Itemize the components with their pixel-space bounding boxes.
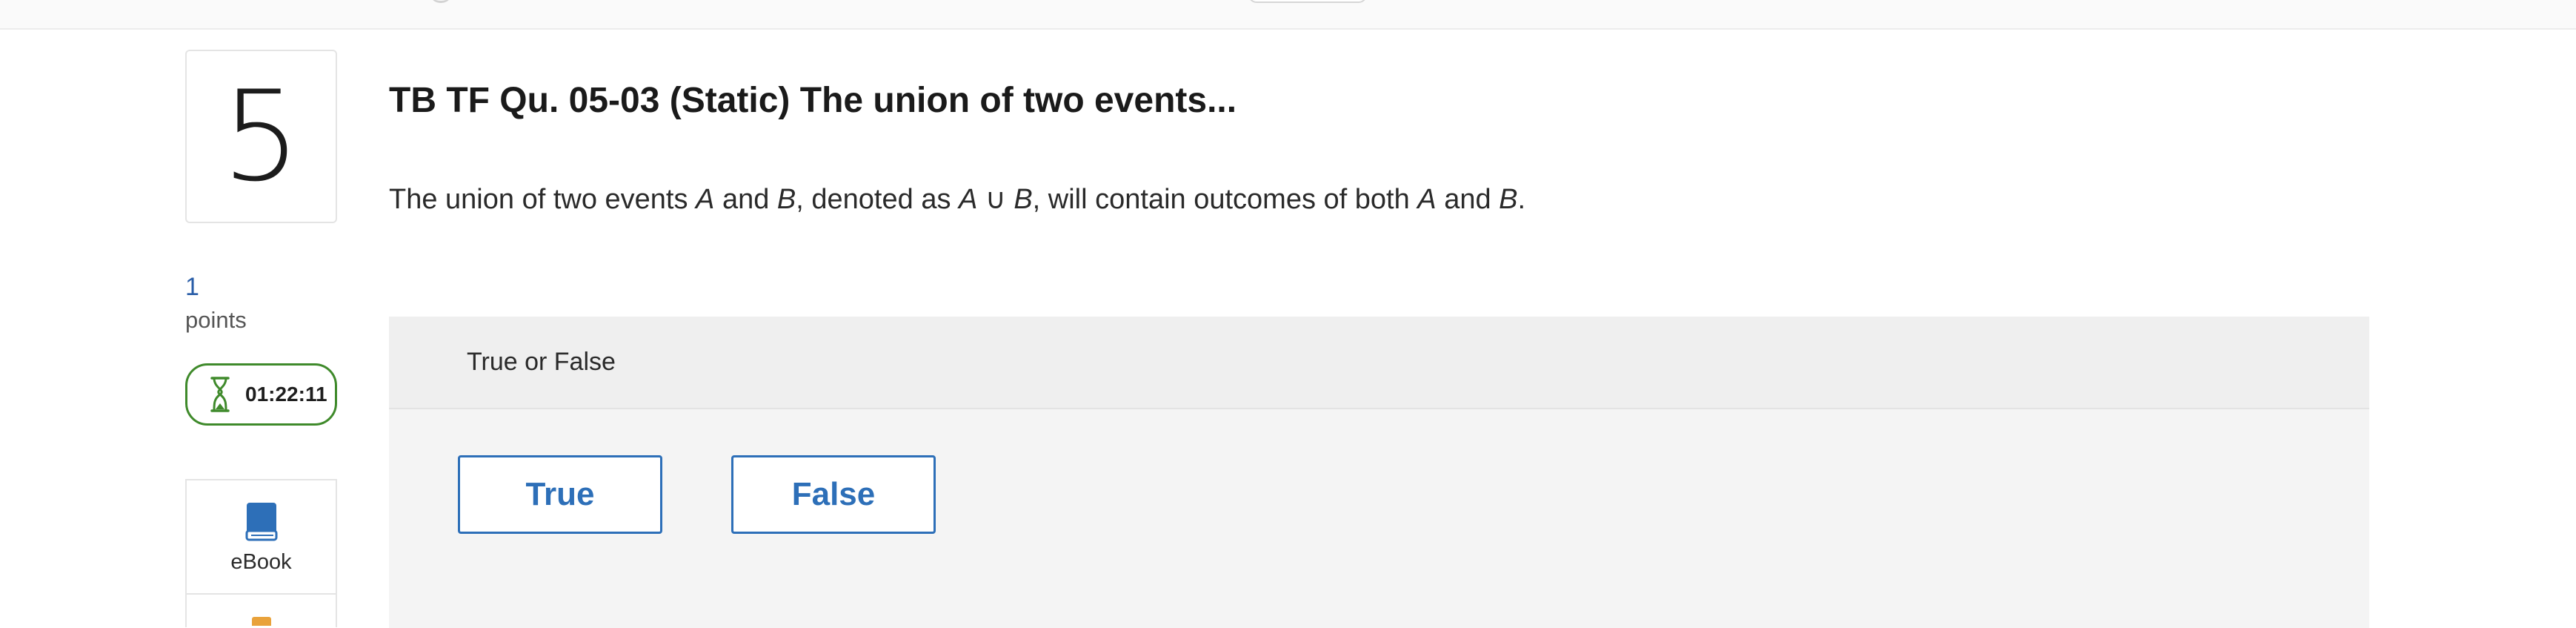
- ebook-label: eBook: [230, 550, 292, 574]
- union-symbol: ∪: [977, 184, 1014, 215]
- hourglass-icon: [210, 377, 230, 412]
- question-text: The union of two events A and B, denoted…: [389, 182, 1525, 216]
- question-text-part: , will contain outcomes of both: [1032, 184, 1418, 215]
- tool-icon[interactable]: [252, 617, 271, 626]
- top-bar-partial-control[interactable]: [1248, 0, 1367, 3]
- question-text-part: .: [1517, 184, 1526, 215]
- event-b-variable: B: [776, 184, 796, 215]
- question-text-part: and: [1436, 184, 1500, 215]
- question-number: 5: [222, 64, 301, 209]
- answer-panel-header: True or False: [389, 317, 2369, 409]
- question-title: TB TF Qu. 05-03 (Static) The union of tw…: [389, 81, 1237, 120]
- points-value: 1: [185, 273, 199, 301]
- side-tools-panel: eBook: [185, 479, 337, 627]
- ebook-button[interactable]: eBook: [187, 480, 336, 595]
- event-b-variable: B: [1014, 184, 1033, 215]
- question-text-part: and: [714, 184, 777, 215]
- timer-time: 01:22:11: [245, 383, 327, 406]
- top-navigation-bar: [0, 0, 2576, 30]
- question-text-part: , denoted as: [796, 184, 959, 215]
- event-a-variable: A: [1417, 184, 1437, 215]
- true-button[interactable]: True: [458, 455, 662, 534]
- top-bar-partial-icon[interactable]: [430, 0, 452, 3]
- question-text-part: The union of two events: [389, 184, 696, 215]
- event-a-variable: A: [696, 184, 715, 215]
- answer-panel: True or False: [389, 317, 2369, 628]
- false-button[interactable]: False: [731, 455, 936, 534]
- event-a-variable: A: [959, 184, 978, 215]
- points-label: points: [185, 307, 247, 333]
- question-number-box: 5: [185, 50, 337, 223]
- timer-badge: 01:22:11: [185, 363, 337, 426]
- book-icon: [245, 503, 277, 541]
- event-b-variable: B: [1499, 184, 1518, 215]
